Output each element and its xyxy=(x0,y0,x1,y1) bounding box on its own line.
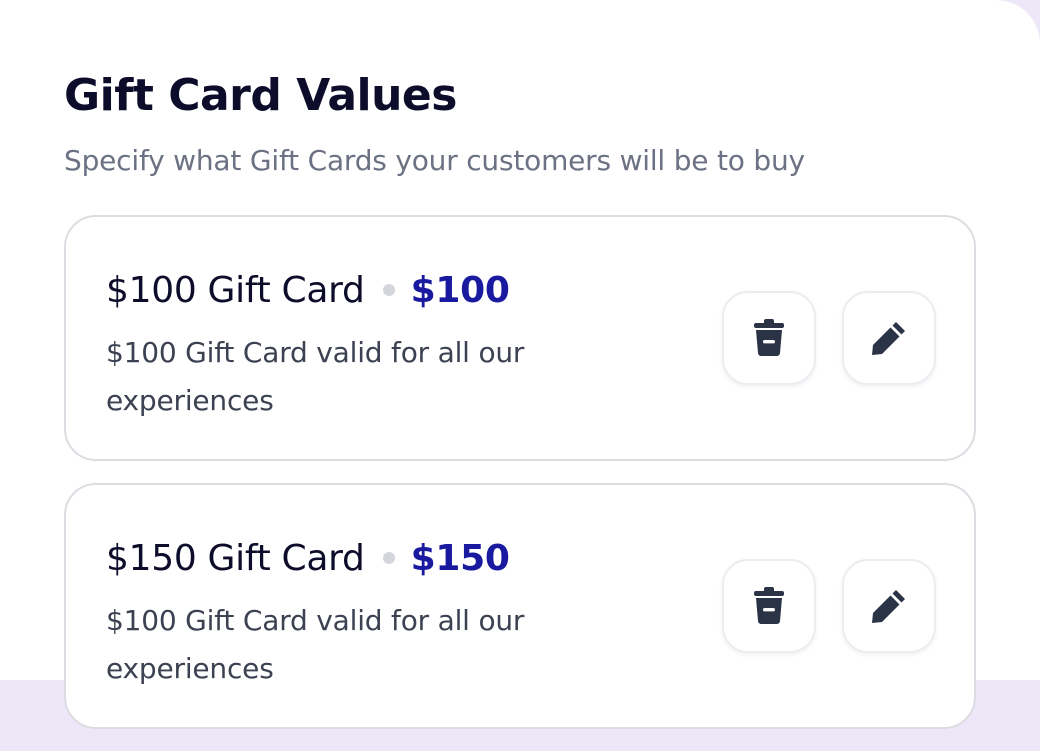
page-subtitle: Specify what Gift Cards your customers w… xyxy=(64,144,805,177)
gift-card-price: $150 xyxy=(410,537,510,579)
page-title: Gift Card Values xyxy=(64,70,457,121)
gift-card-values-panel: Gift Card Values Specify what Gift Cards… xyxy=(0,0,1040,729)
gift-card-price: $100 xyxy=(410,269,510,311)
gift-card-item: $150 Gift Card $150 $100 Gift Card valid… xyxy=(64,483,976,729)
gift-card-header: $150 Gift Card $150 xyxy=(106,535,510,581)
gift-card-actions xyxy=(722,559,936,653)
edit-button[interactable] xyxy=(842,559,936,653)
trash-icon xyxy=(754,587,784,624)
gift-card-actions xyxy=(722,291,936,385)
gift-card-name: $150 Gift Card xyxy=(106,537,365,579)
edit-button[interactable] xyxy=(842,291,936,385)
gift-card-header: $100 Gift Card $100 xyxy=(106,267,510,313)
trash-icon xyxy=(754,319,784,356)
pencil-icon xyxy=(872,322,905,355)
separator-dot xyxy=(382,284,395,296)
gift-card-name: $100 Gift Card xyxy=(106,269,365,311)
gift-card-description: $100 Gift Card valid for all our experie… xyxy=(106,604,525,685)
pencil-icon xyxy=(872,590,905,623)
delete-button[interactable] xyxy=(722,291,816,385)
separator-dot xyxy=(382,552,395,564)
gift-card-description: $100 Gift Card valid for all our experie… xyxy=(106,336,525,417)
gift-card-list: $100 Gift Card $100 $100 Gift Card valid… xyxy=(64,215,976,751)
gift-card-item: $100 Gift Card $100 $100 Gift Card valid… xyxy=(64,215,976,461)
delete-button[interactable] xyxy=(722,559,816,653)
